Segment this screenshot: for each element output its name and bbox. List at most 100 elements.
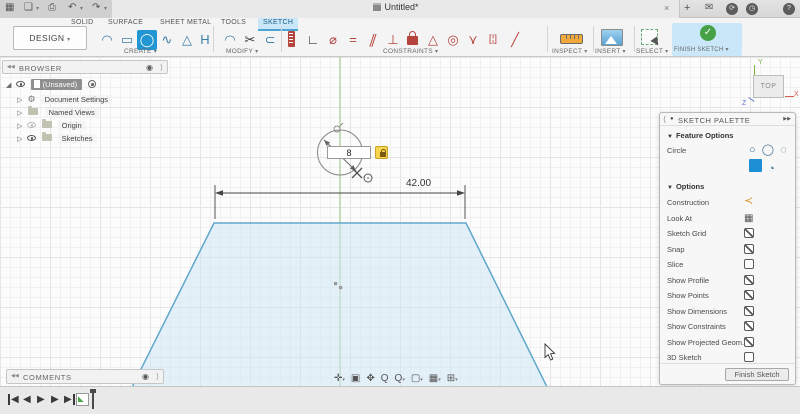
file-caret-icon[interactable]: ▾ [36, 5, 39, 12]
two-tangent-circle-icon-selected[interactable] [749, 159, 762, 172]
insert-group-label[interactable]: INSERT ▾ [595, 48, 626, 55]
modify-group-label[interactable]: MODIFY ▾ [226, 48, 258, 55]
spline-tool-icon[interactable]: ∿ [157, 30, 177, 50]
tab-sheet-metal[interactable]: SHEET METAL [155, 18, 216, 30]
activate-radio-icon[interactable] [88, 80, 96, 88]
redo-caret-icon[interactable]: ▾ [104, 5, 107, 12]
grid-settings-icon[interactable]: ▦▾ [429, 373, 441, 384]
document-tab[interactable]: Untitled* × [112, 0, 680, 18]
sketch-profile[interactable] [133, 223, 547, 386]
timeline-position-marker[interactable] [92, 389, 94, 409]
symmetry-constraint-icon[interactable]: [¦] [483, 30, 503, 50]
origin-point-marker[interactable] [334, 282, 337, 285]
show-points-checkbox[interactable] [744, 290, 754, 300]
document-root-label[interactable]: (Unsaved) [31, 79, 83, 90]
options-section[interactable]: ▼Options [667, 182, 704, 191]
feature-options-section[interactable]: ▼Feature Options [667, 131, 733, 140]
horizontal-vertical-constraint-icon[interactable]: ∟ [303, 30, 323, 50]
display-settings-icon[interactable]: ▢▾ [411, 373, 423, 384]
show-dimensions-checkbox[interactable] [744, 306, 754, 316]
panel-gear-icon[interactable]: ◉ [142, 372, 149, 381]
midpoint-constraint-icon[interactable]: △ [423, 30, 443, 50]
visibility-eye-icon[interactable] [27, 135, 36, 141]
expander-icon[interactable]: ▷ [17, 136, 22, 143]
expander-icon[interactable]: ◢ [6, 82, 11, 89]
show-projected-geometry-checkbox[interactable] [744, 337, 754, 347]
tab-close-icon[interactable]: × [664, 3, 669, 13]
pan-icon[interactable]: ✥ [366, 373, 374, 384]
expander-icon[interactable]: ▷ [17, 123, 22, 130]
fillet-tool-icon[interactable]: ◠ [220, 30, 240, 50]
timeline-next-icon[interactable]: ▶ [51, 394, 59, 405]
select-group-label[interactable]: SELECT ▾ [636, 48, 668, 55]
rectangle-tool-icon[interactable]: ▭ [117, 30, 137, 50]
diameter-input[interactable] [327, 146, 371, 159]
slot-tool-icon[interactable]: H [195, 30, 215, 50]
lock-icon[interactable] [375, 146, 388, 159]
browser-item-named-views[interactable]: ▷ Named Views [17, 106, 99, 119]
origin-point-marker[interactable] [339, 286, 342, 289]
finish-sketch-palette-button[interactable]: Finish Sketch [725, 368, 789, 381]
comments-panel-header[interactable]: ◀◀ COMMENTS ◉ ⟩ [6, 369, 164, 384]
construction-icon[interactable]: ≺ [744, 194, 753, 209]
measure-icon[interactable] [560, 34, 583, 44]
show-constraints-checkbox[interactable] [744, 321, 754, 331]
show-profile-checkbox[interactable] [744, 275, 754, 285]
browser-root-item[interactable]: ◢ (Unsaved) [6, 78, 96, 91]
three-point-circle-icon[interactable]: ◌ [780, 144, 787, 156]
look-at-icon[interactable]: ▣ [351, 373, 360, 384]
concentric-constraint-icon[interactable]: ◎ [443, 30, 463, 50]
inspect-group-label[interactable]: INSPECT ▾ [552, 48, 588, 55]
perpendicular-constraint-icon[interactable]: ⊥ [383, 30, 403, 50]
help-icon[interactable]: ? [783, 3, 795, 15]
collinear-constraint-icon[interactable]: ╱ [505, 30, 525, 50]
sketch-palette-header[interactable]: ⟨ ● SKETCH PALETTE ▶▶ [660, 113, 795, 126]
browser-panel-header[interactable]: ◀◀ BROWSER ◉ ⟩ [2, 60, 168, 74]
finish-sketch-button[interactable]: ✓ FINISH SKETCH ▾ [672, 23, 742, 56]
sketch-grid-checkbox[interactable] [744, 228, 754, 238]
viewports-icon[interactable]: ⊞▾ [447, 373, 458, 384]
panel-gear-icon[interactable]: ◉ [146, 63, 153, 72]
viewcube-top-face[interactable]: TOP [753, 75, 784, 98]
timeline-sketch-feature[interactable] [76, 393, 89, 406]
collapse-icon[interactable]: ⟨ [663, 115, 666, 124]
tab-tools[interactable]: TOOLS [216, 18, 251, 30]
select-box-icon[interactable] [641, 29, 658, 45]
timeline-previous-icon[interactable]: ◀ [23, 394, 31, 405]
browser-item-sketches[interactable]: ▷ Sketches [17, 132, 97, 145]
visibility-eye-icon[interactable] [27, 122, 36, 128]
sync-icon[interactable]: ⟳ [726, 3, 738, 15]
visibility-eye-icon[interactable] [16, 81, 25, 87]
orbit-icon[interactable]: ✛▾ [334, 373, 345, 384]
comment-bubble-icon[interactable]: ✉ [705, 2, 713, 13]
center-diameter-circle-icon[interactable]: ○ [749, 144, 756, 156]
design-workspace-button[interactable]: DESIGN ▾ [13, 26, 87, 50]
sketch-canvas[interactable]: 42.00 Y TOP X Z ◀◀ BROWSER ◉ ⟩ ◢ (Unsave… [0, 57, 800, 386]
sketch-profile-edges[interactable] [133, 223, 547, 386]
app-grid-icon[interactable]: ▦ [5, 2, 14, 13]
polygon-tool-icon[interactable]: △ [177, 30, 197, 50]
dimension-value[interactable]: 42.00 [406, 178, 431, 189]
timeline-last-icon[interactable]: ▶ [64, 394, 75, 405]
fix-constraint-icon[interactable] [407, 36, 418, 45]
tab-surface[interactable]: SURFACE [103, 18, 148, 30]
zoom-icon[interactable]: Q [381, 373, 389, 384]
undo-icon[interactable]: ↶ [68, 2, 76, 13]
zoom-window-icon[interactable]: Q▾ [395, 373, 405, 384]
expander-icon[interactable]: ▷ [17, 97, 22, 104]
slice-checkbox[interactable] [744, 259, 754, 269]
undo-caret-icon[interactable]: ▾ [80, 5, 83, 12]
create-group-label[interactable]: CREATE ▾ [124, 48, 157, 55]
two-point-circle-icon[interactable]: ◯ [762, 144, 774, 156]
offset-tool-icon[interactable]: ⊂ [260, 30, 280, 50]
three-tangent-circle-icon[interactable]: ◔ [768, 163, 775, 175]
panel-expand-icon[interactable]: ⟩ [156, 372, 159, 381]
redo-icon[interactable]: ↷ [92, 2, 100, 13]
expander-icon[interactable]: ▷ [17, 110, 22, 117]
new-tab-icon[interactable]: + [684, 2, 690, 14]
panel-expand-icon[interactable]: ⟩ [160, 63, 163, 72]
curvature-constraint-icon[interactable]: ⋎ [463, 30, 483, 50]
browser-item-origin[interactable]: ▷ Origin [17, 119, 86, 132]
timeline-first-icon[interactable]: ◀ [8, 394, 19, 405]
view-cube[interactable]: Y TOP X Z [744, 60, 800, 112]
